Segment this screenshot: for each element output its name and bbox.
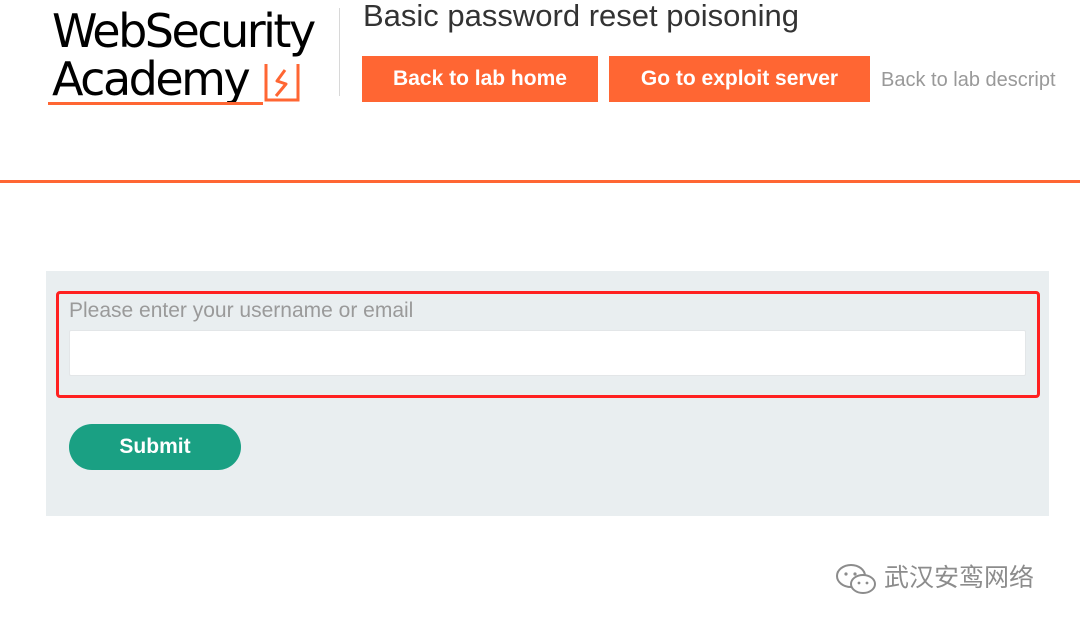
username-email-label: Please enter your username or email [69, 299, 414, 322]
logo-underline [48, 102, 263, 105]
wechat-icon [836, 564, 876, 594]
watermark-text: 武汉安鸾网络 [884, 563, 1035, 592]
header-rule [0, 180, 1080, 183]
back-to-lab-home-button[interactable]: Back to lab home [362, 56, 598, 102]
web-security-academy-logo[interactable]: WebSecurity Academy [48, 6, 338, 110]
username-email-input[interactable] [69, 330, 1026, 376]
logo-line1: WebSecurity [52, 4, 316, 58]
lab-title: Basic password reset poisoning [363, 0, 799, 33]
back-to-lab-description-link[interactable]: Back to lab descript [881, 69, 1056, 92]
submit-button[interactable]: Submit [69, 424, 241, 470]
lightning-bolt-icon [264, 64, 300, 102]
logo-line2: Academy [52, 52, 251, 106]
go-to-exploit-server-button[interactable]: Go to exploit server [609, 56, 870, 102]
header-divider [339, 8, 340, 96]
